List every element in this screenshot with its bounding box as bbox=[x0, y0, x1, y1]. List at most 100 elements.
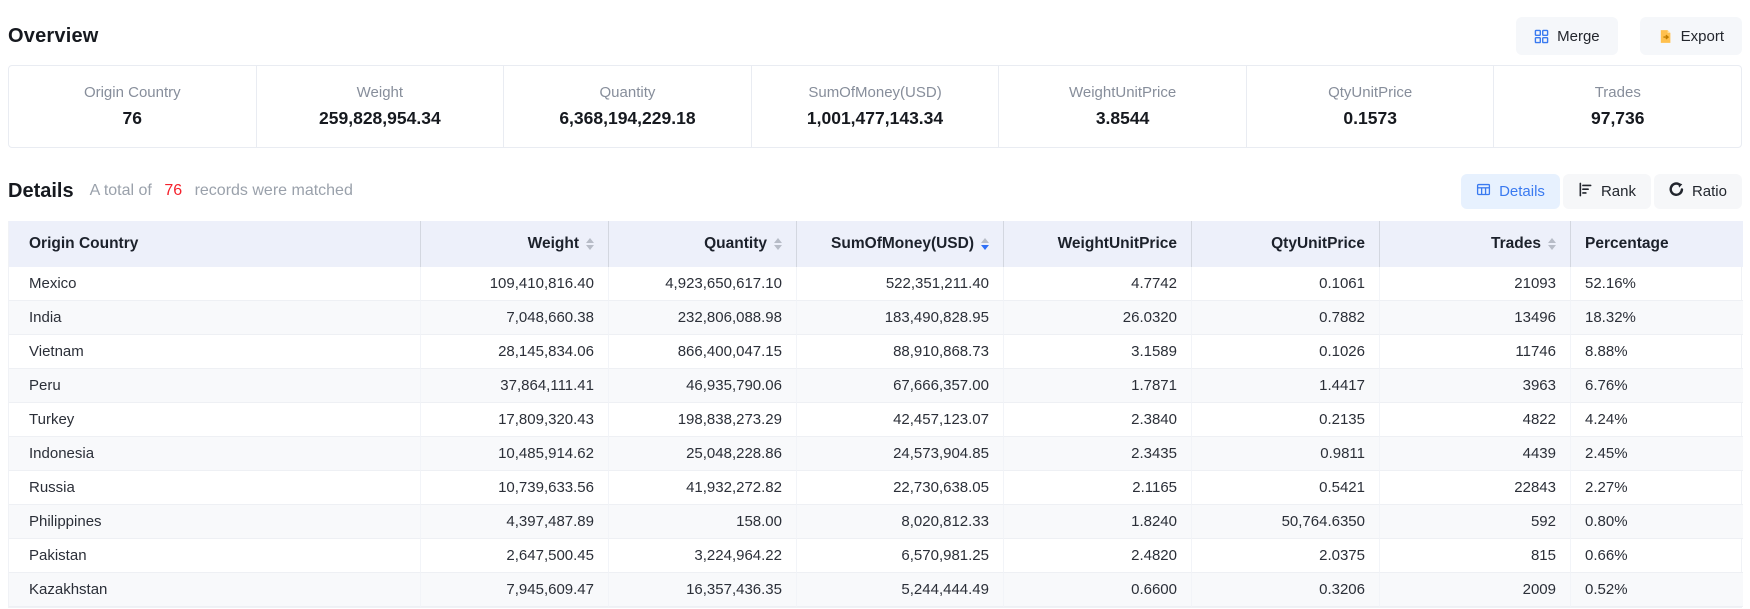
merge-button-label: Merge bbox=[1557, 28, 1600, 45]
cell-sumofmoney-usd: 5,244,444.49 bbox=[797, 573, 1004, 607]
stat-label: Quantity bbox=[600, 84, 656, 101]
cell-weight: 109,410,816.40 bbox=[421, 267, 609, 301]
merge-button[interactable]: Merge bbox=[1516, 17, 1618, 55]
cell-sumofmoney-usd: 67,666,357.00 bbox=[797, 369, 1004, 403]
sort-carets bbox=[586, 238, 594, 250]
table-row: Peru37,864,111.4146,935,790.0667,666,357… bbox=[9, 369, 1743, 403]
column-header-qtyunitprice: QtyUnitPrice bbox=[1192, 221, 1380, 267]
sort-asc-icon bbox=[774, 238, 782, 243]
cell-percentage: 0.80% bbox=[1571, 505, 1743, 539]
overview-card: Origin Country76Weight259,828,954.34Quan… bbox=[8, 65, 1742, 148]
cell-qtyunitprice: 0.3206 bbox=[1192, 573, 1380, 607]
cell-trades: 13496 bbox=[1380, 301, 1571, 335]
table-row: Mexico109,410,816.404,923,650,617.10522,… bbox=[9, 267, 1743, 301]
cell-sumofmoney-usd: 88,910,868.73 bbox=[797, 335, 1004, 369]
page-title: Overview bbox=[8, 25, 99, 48]
column-header-label: Percentage bbox=[1585, 235, 1669, 253]
table-row: Philippines4,397,487.89158.008,020,812.3… bbox=[9, 505, 1743, 539]
table-row: Vietnam28,145,834.06866,400,047.1588,910… bbox=[9, 335, 1743, 369]
table-header-row: Origin Country Weight Quantity SumOfMoney(U… bbox=[9, 221, 1743, 267]
column-header-label: Weight bbox=[528, 235, 579, 253]
sort-asc-icon bbox=[586, 238, 594, 243]
cell-sumofmoney-usd: 24,573,904.85 bbox=[797, 437, 1004, 471]
cell-weightunitprice: 2.1165 bbox=[1004, 471, 1192, 505]
summary-prefix: A total of bbox=[90, 182, 152, 199]
rank-view-button[interactable]: Rank bbox=[1563, 174, 1651, 209]
column-header-label: QtyUnitPrice bbox=[1271, 235, 1365, 253]
table-row: Pakistan2,647,500.453,224,964.226,570,98… bbox=[9, 539, 1743, 573]
merge-icon bbox=[1534, 29, 1549, 44]
cell-trades: 22843 bbox=[1380, 471, 1571, 505]
column-header-weight[interactable]: Weight bbox=[421, 221, 609, 267]
cell-sumofmoney-usd: 522,351,211.40 bbox=[797, 267, 1004, 301]
cell-percentage: 4.24% bbox=[1571, 403, 1743, 437]
cell-sumofmoney-usd: 8,020,812.33 bbox=[797, 505, 1004, 539]
cell-trades: 2009 bbox=[1380, 573, 1571, 607]
cell-qtyunitprice: 50,764.6350 bbox=[1192, 505, 1380, 539]
cell-trades: 11746 bbox=[1380, 335, 1571, 369]
sort-desc-icon bbox=[1548, 245, 1556, 250]
cell-origin-country: Philippines bbox=[9, 505, 421, 539]
column-header-sumofmoney-usd[interactable]: SumOfMoney(USD) bbox=[797, 221, 1004, 267]
ratio-view-button[interactable]: Ratio bbox=[1654, 174, 1742, 209]
table-wrap: Origin Country Weight Quantity SumOfMoney(U… bbox=[8, 221, 1742, 608]
column-header-trades[interactable]: Trades bbox=[1380, 221, 1571, 267]
rank-icon bbox=[1578, 182, 1593, 201]
cell-sumofmoney-usd: 22,730,638.05 bbox=[797, 471, 1004, 505]
column-header-weightunitprice: WeightUnitPrice bbox=[1004, 221, 1192, 267]
cell-weightunitprice: 1.7871 bbox=[1004, 369, 1192, 403]
column-header-label: Quantity bbox=[704, 235, 767, 253]
column-header-label: Origin Country bbox=[29, 235, 138, 253]
cell-quantity: 16,357,436.35 bbox=[609, 573, 797, 607]
sort-carets bbox=[981, 238, 989, 250]
cell-sumofmoney-usd: 183,490,828.95 bbox=[797, 301, 1004, 335]
cell-percentage: 0.66% bbox=[1571, 539, 1743, 573]
stat-value: 76 bbox=[123, 108, 142, 129]
stat-label: Weight bbox=[357, 84, 403, 101]
export-button[interactable]: Export bbox=[1640, 17, 1742, 55]
cell-quantity: 3,224,964.22 bbox=[609, 539, 797, 573]
details-view-button[interactable]: Details bbox=[1461, 174, 1560, 209]
cell-weight: 10,739,633.56 bbox=[421, 471, 609, 505]
cell-sumofmoney-usd: 42,457,123.07 bbox=[797, 403, 1004, 437]
cell-qtyunitprice: 0.7882 bbox=[1192, 301, 1380, 335]
column-header-label: Trades bbox=[1491, 235, 1541, 253]
topbar-actions: Merge Export bbox=[1516, 17, 1742, 55]
overview-stat: Quantity6,368,194,229.18 bbox=[504, 66, 752, 147]
cell-quantity: 4,923,650,617.10 bbox=[609, 267, 797, 301]
cell-quantity: 198,838,273.29 bbox=[609, 403, 797, 437]
cell-percentage: 2.27% bbox=[1571, 471, 1743, 505]
table-icon bbox=[1476, 182, 1491, 201]
overview-stat: Origin Country76 bbox=[9, 66, 257, 147]
cell-weightunitprice: 0.6600 bbox=[1004, 573, 1192, 607]
cell-trades: 3963 bbox=[1380, 369, 1571, 403]
cell-qtyunitprice: 1.4417 bbox=[1192, 369, 1380, 403]
column-header-percentage: Percentage bbox=[1571, 221, 1743, 267]
sort-asc-icon bbox=[1548, 238, 1556, 243]
cell-weightunitprice: 1.8240 bbox=[1004, 505, 1192, 539]
stat-value: 3.8544 bbox=[1096, 108, 1150, 129]
stat-label: SumOfMoney(USD) bbox=[808, 84, 941, 101]
cell-weightunitprice: 26.0320 bbox=[1004, 301, 1192, 335]
cell-weight: 28,145,834.06 bbox=[421, 335, 609, 369]
cell-origin-country: Kazakhstan bbox=[9, 573, 421, 607]
cell-quantity: 232,806,088.98 bbox=[609, 301, 797, 335]
column-header-quantity[interactable]: Quantity bbox=[609, 221, 797, 267]
cell-origin-country: Mexico bbox=[9, 267, 421, 301]
cell-weight: 17,809,320.43 bbox=[421, 403, 609, 437]
cell-qtyunitprice: 0.1026 bbox=[1192, 335, 1380, 369]
cell-origin-country: India bbox=[9, 301, 421, 335]
stat-label: Trades bbox=[1595, 84, 1641, 101]
ratio-view-label: Ratio bbox=[1692, 183, 1727, 200]
cell-origin-country: Russia bbox=[9, 471, 421, 505]
column-header-origin-country: Origin Country bbox=[9, 221, 421, 267]
cell-trades: 815 bbox=[1380, 539, 1571, 573]
column-header-label: SumOfMoney(USD) bbox=[831, 235, 974, 253]
cell-trades: 4439 bbox=[1380, 437, 1571, 471]
export-icon bbox=[1658, 29, 1673, 44]
records-summary: A total of 76 records were matched bbox=[90, 182, 353, 200]
overview-stat: Trades97,736 bbox=[1494, 66, 1741, 147]
cell-weight: 37,864,111.41 bbox=[421, 369, 609, 403]
matched-count: 76 bbox=[164, 182, 182, 199]
stat-value: 0.1573 bbox=[1343, 108, 1397, 129]
